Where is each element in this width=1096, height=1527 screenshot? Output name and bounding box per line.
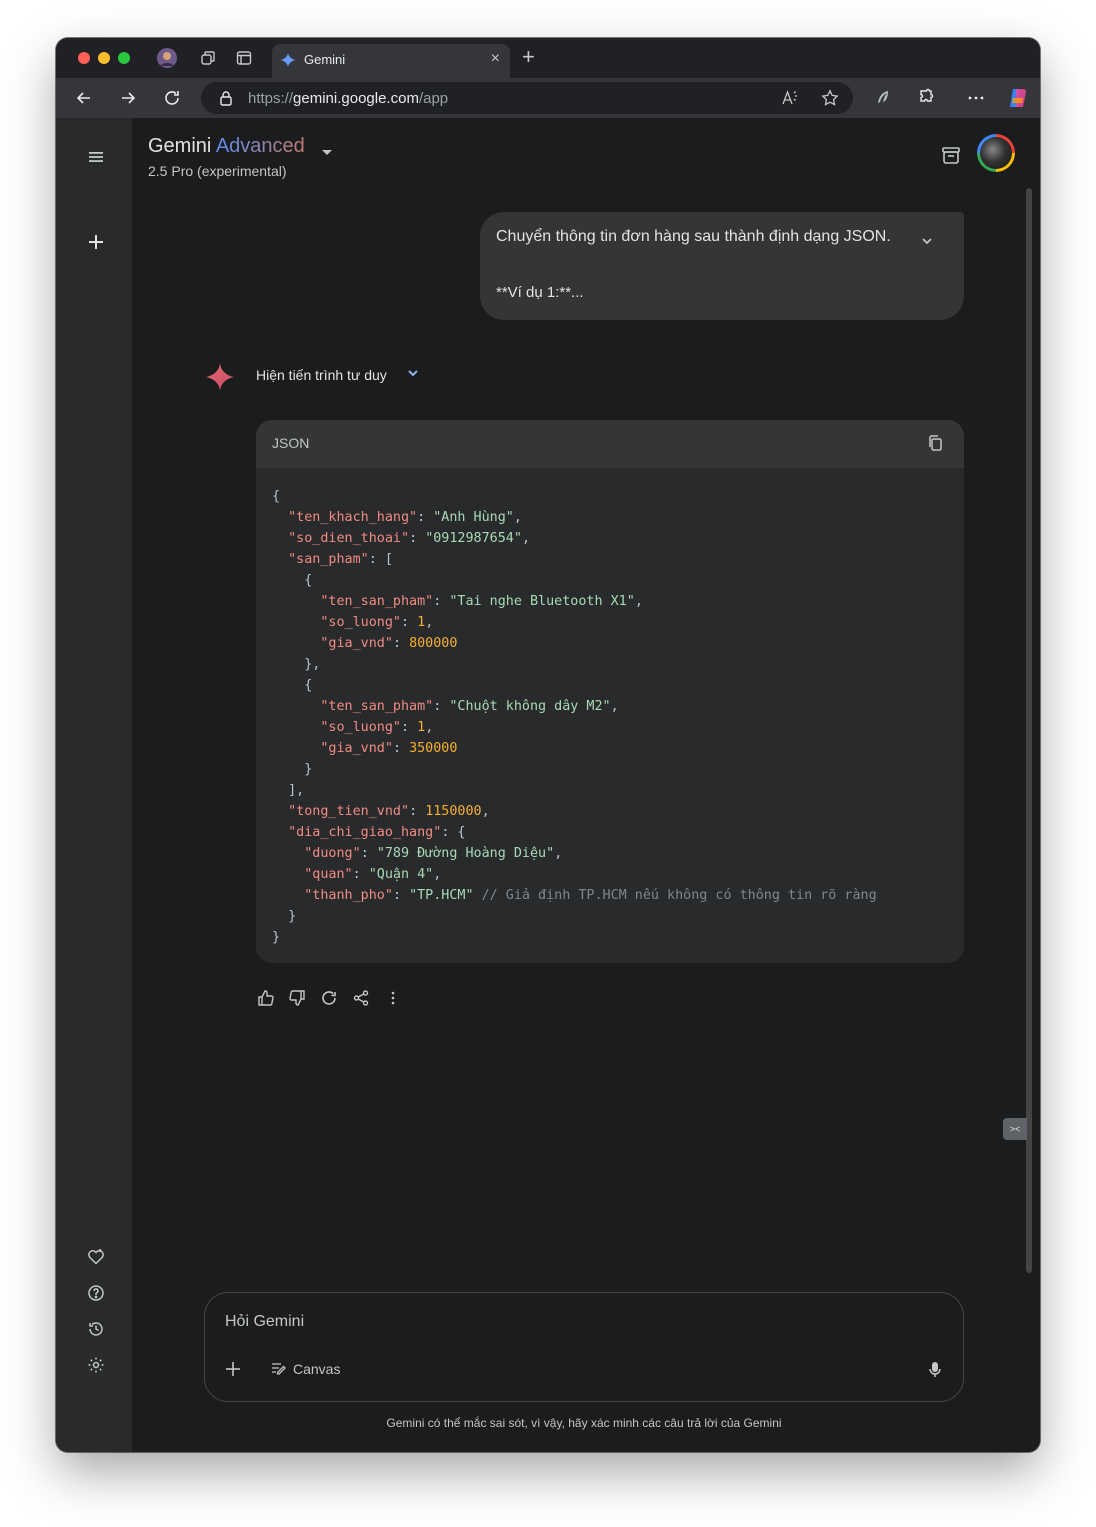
workspaces-icon[interactable] (197, 47, 219, 69)
code-block-header: JSON (256, 420, 964, 468)
tab-gemini[interactable]: Gemini × (272, 44, 510, 78)
activity-history-icon[interactable] (84, 1317, 108, 1341)
menu-icon[interactable] (84, 145, 108, 169)
prompt-input[interactable]: Hỏi Gemini (225, 1313, 304, 1331)
thumb-down-icon[interactable] (287, 988, 307, 1008)
canvas-label: Canvas (293, 1361, 341, 1377)
favorite-star-icon[interactable] (821, 89, 839, 112)
zoom-window-button[interactable] (118, 52, 130, 64)
gemini-tab-favicon-icon (280, 52, 296, 73)
user-message-line1: Chuyển thông tin đơn hàng sau thành định… (496, 228, 891, 245)
code-block: JSON { "ten_khach_hang": "Anh Hùng", "so… (256, 420, 964, 963)
extensions-puzzle-icon[interactable] (915, 86, 939, 110)
gemini-app: Gemini Advanced 2.5 Pro (experimental) C… (56, 118, 1040, 1452)
close-window-button[interactable] (78, 52, 90, 64)
copilot-icon[interactable] (1006, 86, 1030, 110)
back-button[interactable] (72, 86, 96, 110)
browser-toolbar: https://gemini.google.com/app (56, 78, 1040, 118)
tier-name: Advanced (215, 135, 305, 157)
temporary-chat-icon[interactable] (940, 144, 962, 171)
more-menu-icon[interactable] (964, 86, 988, 110)
json-value: "789 Đường Hoàng Diệu" (376, 846, 555, 861)
minimize-window-button[interactable] (98, 52, 110, 64)
scrollbar[interactable] (1026, 188, 1032, 1273)
thumb-up-icon[interactable] (256, 988, 276, 1008)
thinking-chevron-icon[interactable] (406, 366, 420, 385)
json-value: "0912987654" (425, 531, 522, 546)
json-code: { "ten_khach_hang": "Anh Hùng", "so_dien… (272, 489, 877, 945)
reload-button[interactable] (160, 86, 184, 110)
address-bar[interactable]: https://gemini.google.com/app (201, 82, 853, 114)
model-dropdown-caret-icon[interactable] (321, 144, 333, 162)
app-title[interactable]: Gemini Advanced (148, 135, 305, 158)
more-vert-icon[interactable] (383, 988, 403, 1008)
json-value: "Quận 4" (368, 867, 434, 882)
json-value: "Chuột không dây M2" (449, 699, 611, 714)
disclaimer-text: Gemini có thể mắc sai sót, vì vậy, hãy x… (386, 1416, 782, 1430)
url-text[interactable]: https://gemini.google.com/app (248, 90, 448, 107)
copy-code-icon[interactable] (926, 434, 944, 457)
microphone-icon[interactable] (927, 1361, 943, 1384)
json-value: "Anh Hùng" (433, 510, 514, 525)
json-value: 350000 (409, 741, 458, 756)
side-panel-toggle-icon[interactable]: >< (1003, 1118, 1027, 1140)
regenerate-icon[interactable] (319, 988, 339, 1008)
json-value: 1 (417, 720, 426, 735)
new-chat-icon[interactable] (84, 230, 108, 254)
json-value: "Tai nghe Bluetooth X1" (449, 594, 635, 609)
user-message-line2: **Ví dụ 1:**... (496, 284, 584, 301)
help-icon[interactable] (84, 1281, 108, 1305)
code-language-label: JSON (272, 435, 310, 451)
gemini-spark-icon (205, 362, 235, 397)
settings-icon[interactable] (84, 1353, 108, 1377)
extension-feather-icon[interactable] (871, 86, 895, 110)
tab-actions-icon[interactable] (233, 47, 255, 69)
forward-button[interactable] (116, 86, 140, 110)
gem-icon[interactable] (84, 1245, 108, 1269)
json-value: "TP.HCM" (409, 888, 474, 903)
canvas-icon (272, 1363, 286, 1375)
add-attachment-icon[interactable] (223, 1359, 243, 1384)
tab-close-icon[interactable]: × (491, 50, 500, 68)
side-rail (56, 118, 132, 1452)
user-message-bubble: Chuyển thông tin đơn hàng sau thành định… (480, 212, 964, 320)
json-value: 800000 (409, 636, 458, 651)
brand-name: Gemini (148, 135, 212, 157)
show-thinking-toggle[interactable]: Hiện tiến trình tư duy (256, 367, 387, 383)
prompt-composer[interactable]: Hỏi Gemini Canvas (204, 1292, 964, 1402)
expand-chevron-icon[interactable] (920, 234, 934, 253)
share-icon[interactable] (351, 988, 371, 1008)
browser-titlebar: Gemini × + (56, 38, 1040, 78)
profile-avatar-icon[interactable] (156, 47, 178, 69)
canvas-button[interactable]: Canvas (271, 1361, 340, 1377)
browser-window: Gemini × + https://gemini.google.com/app (56, 38, 1040, 1452)
account-avatar[interactable] (977, 134, 1015, 172)
json-comment: // Giả định TP.HCM nếu không có thông ti… (481, 888, 877, 903)
json-value: 1 (417, 615, 426, 630)
lock-icon[interactable] (219, 90, 233, 111)
read-aloud-icon[interactable] (781, 89, 799, 112)
model-name[interactable]: 2.5 Pro (experimental) (148, 163, 287, 179)
tab-title: Gemini (304, 52, 346, 67)
json-value: 1150000 (425, 804, 482, 819)
new-tab-button[interactable]: + (522, 44, 535, 70)
